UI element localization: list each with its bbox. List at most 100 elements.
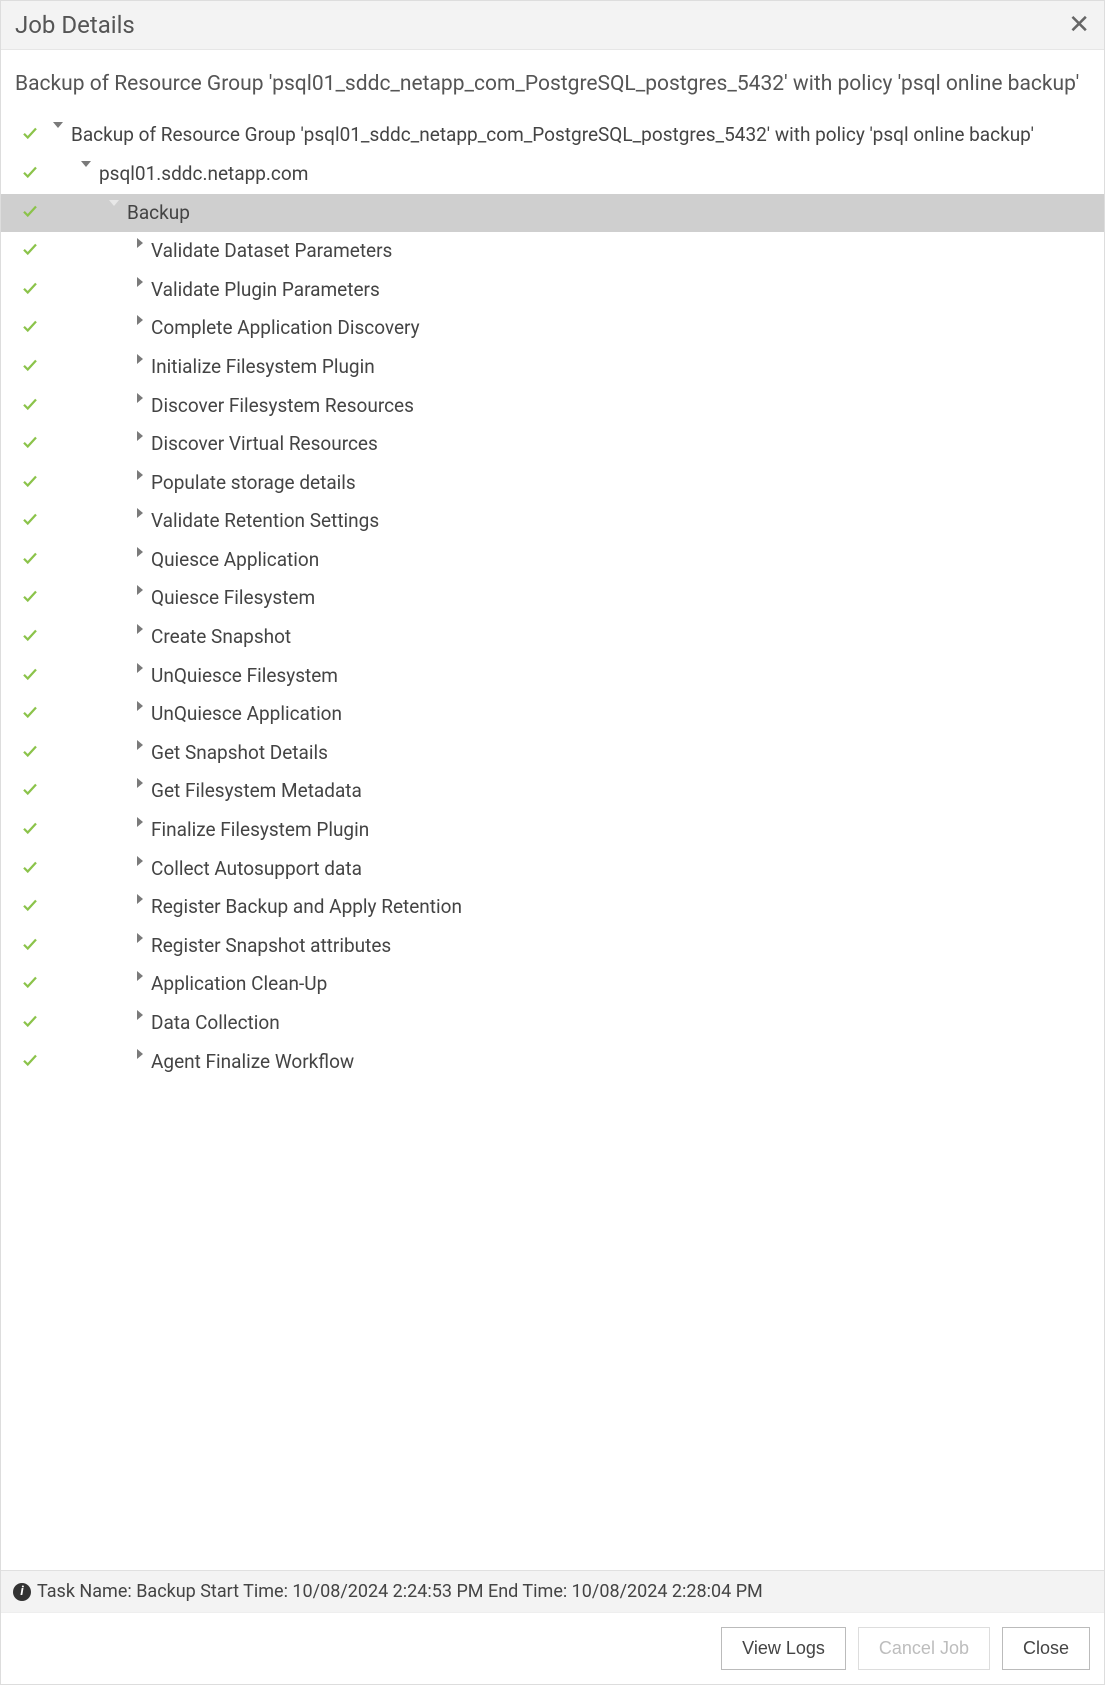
caret-right-icon[interactable] xyxy=(137,740,143,750)
tree-node-label: UnQuiesce Application xyxy=(151,701,1098,728)
tree-node-label: Get Filesystem Metadata xyxy=(151,778,1098,805)
caret-right-icon[interactable] xyxy=(137,933,143,943)
checkmark-icon xyxy=(21,856,43,876)
tree-node-label: Create Snapshot xyxy=(151,624,1098,651)
tree-row-step[interactable]: Validate Plugin Parameters xyxy=(1,271,1104,310)
checkmark-icon xyxy=(21,200,43,220)
tree-node-label: Quiesce Filesystem xyxy=(151,585,1098,612)
tree-row-step[interactable]: Complete Application Discovery xyxy=(1,309,1104,348)
caret-right-icon[interactable] xyxy=(137,624,143,634)
caret-right-icon[interactable] xyxy=(137,470,143,480)
caret-right-icon[interactable] xyxy=(137,1010,143,1020)
caret-right-icon[interactable] xyxy=(137,663,143,673)
status-bar: i Task Name: Backup Start Time: 10/08/20… xyxy=(1,1570,1104,1612)
tree-row-step[interactable]: Validate Dataset Parameters xyxy=(1,232,1104,271)
caret-right-icon[interactable] xyxy=(137,354,143,364)
caret-right-icon[interactable] xyxy=(137,856,143,866)
caret-right-icon[interactable] xyxy=(137,585,143,595)
caret-down-icon[interactable] xyxy=(109,200,119,206)
dialog-title: Job Details xyxy=(15,11,135,39)
job-subtitle: Backup of Resource Group 'psql01_sddc_ne… xyxy=(1,50,1104,112)
tree-row-step[interactable]: Finalize Filesystem Plugin xyxy=(1,811,1104,850)
tree-node-label: Register Snapshot attributes xyxy=(151,933,1098,960)
caret-right-icon[interactable] xyxy=(137,238,143,248)
tree-row-step[interactable]: UnQuiesce Application xyxy=(1,695,1104,734)
tree-row-step[interactable]: UnQuiesce Filesystem xyxy=(1,657,1104,696)
tree-row-step[interactable]: Data Collection xyxy=(1,1004,1104,1043)
caret-right-icon[interactable] xyxy=(137,971,143,981)
caret-right-icon[interactable] xyxy=(137,547,143,557)
tree-node-label: Data Collection xyxy=(151,1010,1098,1037)
caret-down-icon[interactable] xyxy=(53,122,63,128)
tree-node-label: Finalize Filesystem Plugin xyxy=(151,817,1098,844)
tree-row-backup[interactable]: Backup xyxy=(1,194,1104,233)
tree-node-label: Quiesce Application xyxy=(151,547,1098,574)
view-logs-button[interactable]: View Logs xyxy=(721,1627,846,1670)
tree-row-step[interactable]: Create Snapshot xyxy=(1,618,1104,657)
checkmark-icon xyxy=(21,161,43,181)
tree-node-label: Initialize Filesystem Plugin xyxy=(151,354,1098,381)
checkmark-icon xyxy=(21,663,43,683)
tree-row-host[interactable]: psql01.sddc.netapp.com xyxy=(1,155,1104,194)
tree-node-label: psql01.sddc.netapp.com xyxy=(99,161,1098,188)
checkmark-icon xyxy=(21,238,43,258)
checkmark-icon xyxy=(21,354,43,374)
tree-node-label: UnQuiesce Filesystem xyxy=(151,663,1098,690)
tree-row-step[interactable]: Get Snapshot Details xyxy=(1,734,1104,773)
checkmark-icon xyxy=(21,778,43,798)
tree-row-step[interactable]: Collect Autosupport data xyxy=(1,850,1104,889)
dialog-footer: View Logs Cancel Job Close xyxy=(1,1612,1104,1684)
tree-row-step[interactable]: Populate storage details xyxy=(1,464,1104,503)
cancel-job-button[interactable]: Cancel Job xyxy=(858,1627,990,1670)
job-details-dialog: Job Details ✕ Backup of Resource Group '… xyxy=(0,0,1105,1685)
caret-right-icon[interactable] xyxy=(137,393,143,403)
caret-right-icon[interactable] xyxy=(137,431,143,441)
tree-row-step[interactable]: Agent Finalize Workflow xyxy=(1,1043,1104,1082)
tree-row-step[interactable]: Get Filesystem Metadata xyxy=(1,772,1104,811)
checkmark-icon xyxy=(21,315,43,335)
checkmark-icon xyxy=(21,894,43,914)
close-button[interactable]: Close xyxy=(1002,1627,1090,1670)
tree-row-step[interactable]: Register Snapshot attributes xyxy=(1,927,1104,966)
tree-node-label: Discover Virtual Resources xyxy=(151,431,1098,458)
checkmark-icon xyxy=(21,1010,43,1030)
checkmark-icon xyxy=(21,1049,43,1069)
dialog-body: Backup of Resource Group 'psql01_sddc_ne… xyxy=(1,50,1104,1570)
tree-node-label: Validate Retention Settings xyxy=(151,508,1098,535)
job-tree: Backup of Resource Group 'psql01_sddc_ne… xyxy=(1,112,1104,1101)
tree-node-label: Register Backup and Apply Retention xyxy=(151,894,1098,921)
caret-right-icon[interactable] xyxy=(137,508,143,518)
tree-row-step[interactable]: Quiesce Application xyxy=(1,541,1104,580)
caret-right-icon[interactable] xyxy=(137,277,143,287)
caret-right-icon[interactable] xyxy=(137,701,143,711)
tree-node-label: Collect Autosupport data xyxy=(151,856,1098,883)
caret-right-icon[interactable] xyxy=(137,778,143,788)
tree-node-label: Validate Plugin Parameters xyxy=(151,277,1098,304)
caret-right-icon[interactable] xyxy=(137,817,143,827)
checkmark-icon xyxy=(21,508,43,528)
checkmark-icon xyxy=(21,585,43,605)
caret-right-icon[interactable] xyxy=(137,1049,143,1059)
tree-node-label: Backup xyxy=(127,200,1098,227)
tree-row-step[interactable]: Validate Retention Settings xyxy=(1,502,1104,541)
caret-down-icon[interactable] xyxy=(81,161,91,167)
checkmark-icon xyxy=(21,393,43,413)
checkmark-icon xyxy=(21,277,43,297)
tree-row-root[interactable]: Backup of Resource Group 'psql01_sddc_ne… xyxy=(1,116,1104,155)
caret-right-icon[interactable] xyxy=(137,894,143,904)
tree-node-label: Get Snapshot Details xyxy=(151,740,1098,767)
checkmark-icon xyxy=(21,624,43,644)
tree-row-step[interactable]: Discover Virtual Resources xyxy=(1,425,1104,464)
tree-row-step[interactable]: Initialize Filesystem Plugin xyxy=(1,348,1104,387)
tree-node-label: Application Clean-Up xyxy=(151,971,1098,998)
tree-row-step[interactable]: Register Backup and Apply Retention xyxy=(1,888,1104,927)
tree-row-step[interactable]: Application Clean-Up xyxy=(1,965,1104,1004)
tree-row-step[interactable]: Discover Filesystem Resources xyxy=(1,387,1104,426)
tree-node-label: Validate Dataset Parameters xyxy=(151,238,1098,265)
tree-node-label: Backup of Resource Group 'psql01_sddc_ne… xyxy=(71,122,1098,149)
close-icon[interactable]: ✕ xyxy=(1068,12,1090,38)
checkmark-icon xyxy=(21,740,43,760)
checkmark-icon xyxy=(21,431,43,451)
tree-row-step[interactable]: Quiesce Filesystem xyxy=(1,579,1104,618)
caret-right-icon[interactable] xyxy=(137,315,143,325)
